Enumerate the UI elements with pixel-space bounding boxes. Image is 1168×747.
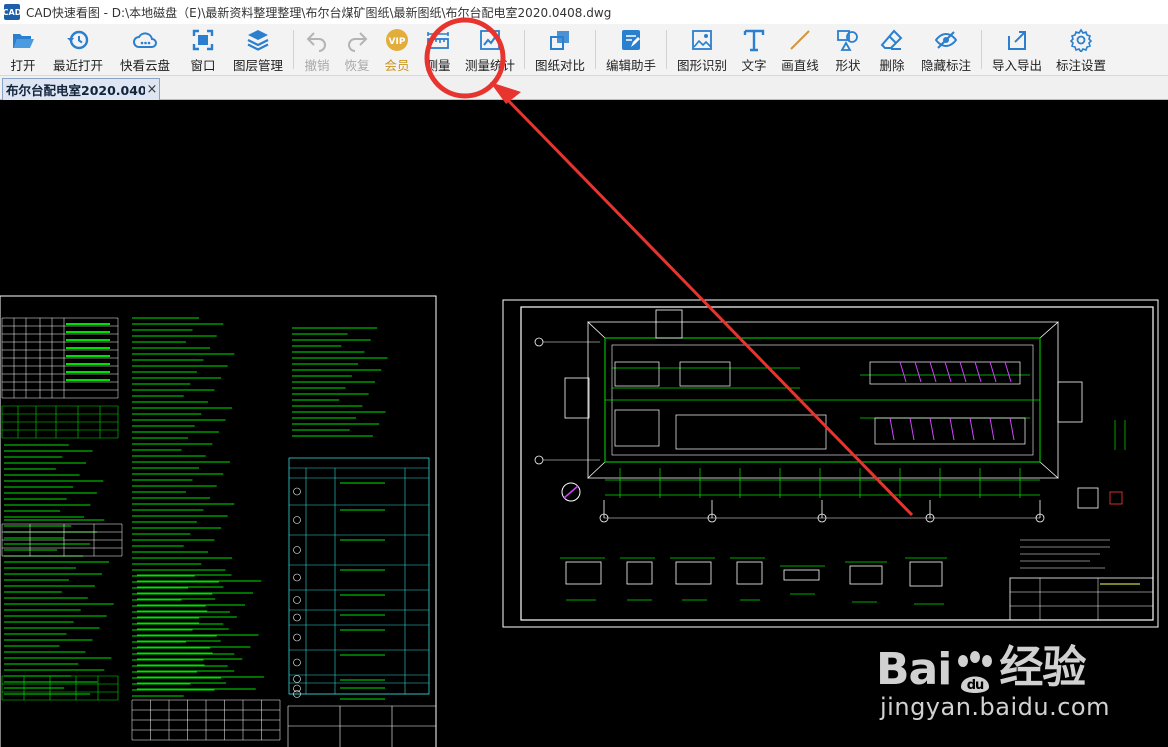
toolbar-separator [524, 30, 525, 69]
hide-annotation-button[interactable]: 隐藏标注 [914, 24, 978, 75]
floor-plan [534, 309, 1126, 523]
legend-row-marker [293, 675, 301, 683]
app-icon: CAD [3, 4, 21, 20]
toolbar-separator [293, 30, 294, 69]
document-tab-strip: 布尔台配电室2020.040 × [0, 76, 1168, 100]
window-title: CAD快速看图 - D:\本地磁盘（E)\最新资料整理整理\布尔台煤矿图纸\最新… [26, 5, 612, 20]
annotation-settings-label: 标注设置 [1055, 58, 1106, 73]
legend-row-marker [293, 633, 301, 642]
recent-label: 最近打开 [52, 58, 103, 73]
open-button[interactable]: 打开 [0, 24, 46, 75]
right-notes [1009, 539, 1154, 621]
window-button[interactable]: 窗口 [180, 24, 226, 75]
history-icon [67, 30, 89, 50]
text-button[interactable]: 文字 [734, 24, 774, 75]
settings-gear-icon [1069, 28, 1093, 52]
annotation-settings-button[interactable]: 标注设置 [1049, 24, 1113, 75]
compare-pages-icon [550, 31, 569, 50]
undo-label: 撤销 [304, 58, 330, 73]
baidu-paw-icon: du [953, 651, 997, 695]
legend-row-marker [293, 516, 301, 524]
left-sheet-border [0, 295, 437, 747]
redo-button[interactable]: 恢复 [337, 24, 377, 75]
text-label: 文字 [741, 58, 767, 73]
eye-hidden-icon [934, 31, 958, 49]
draw-line-button[interactable]: 画直线 [774, 24, 826, 75]
measure-button[interactable]: 测量 [417, 24, 459, 75]
section-details [560, 557, 947, 605]
recent-button[interactable]: 最近打开 [46, 24, 110, 75]
watermark-logo-left: Bai [876, 644, 952, 695]
edit-helper-label: 编辑助手 [605, 58, 656, 73]
legend-row-marker [293, 684, 301, 693]
legend-row-marker [293, 596, 301, 604]
open-label: 打开 [10, 58, 36, 73]
cloud-button[interactable]: 快看云盘 [110, 24, 180, 75]
window-label: 窗口 [190, 58, 216, 73]
vip-label: 会员 [384, 58, 410, 73]
toolbar-separator [666, 30, 667, 69]
document-tab-label: 布尔台配电室2020.040 [6, 83, 145, 98]
delete-label: 删除 [879, 58, 905, 73]
measure-label: 测量 [425, 58, 451, 73]
legend-row-marker [293, 487, 301, 496]
measure-stats-button[interactable]: 测量统计 [459, 24, 521, 75]
edit-helper-button[interactable]: 编辑助手 [599, 24, 663, 75]
layers-label: 图层管理 [232, 58, 283, 73]
compare-label: 图纸对比 [534, 58, 585, 73]
delete-button[interactable]: 删除 [870, 24, 914, 75]
statistics-icon [480, 30, 500, 50]
legend-row-marker [293, 573, 301, 582]
shapes-icon [837, 30, 858, 51]
shape-button[interactable]: 形状 [826, 24, 870, 75]
compare-button[interactable]: 图纸对比 [528, 24, 592, 75]
export-icon [1008, 31, 1026, 50]
eraser-icon [880, 29, 903, 50]
main-toolbar: 打开 最近打开 快看云盘 窗口 图层管理 撤销 恢复 VIP 会员 测量 测量统… [0, 24, 1168, 76]
legend-row-marker [293, 613, 301, 622]
edit-document-icon [622, 30, 640, 50]
watermark-logo-right: 经验 [999, 642, 1086, 693]
vip-badge-icon: VIP [386, 29, 408, 51]
shape-label: 形状 [835, 58, 861, 73]
text-t-icon [743, 29, 765, 52]
measure-stats-label: 测量统计 [464, 58, 515, 73]
left-legend-table [288, 457, 430, 695]
document-tab[interactable]: 布尔台配电室2020.040 × [2, 78, 160, 100]
shape-recognize-button[interactable]: 图形识别 [670, 24, 734, 75]
layers-button[interactable]: 图层管理 [226, 24, 290, 75]
left-sheet-notes [1, 317, 436, 747]
toolbar-separator [981, 30, 982, 69]
hide-annotation-label: 隐藏标注 [920, 58, 971, 73]
legend-row-marker [293, 546, 301, 554]
import-export-button[interactable]: 导入导出 [985, 24, 1049, 75]
image-recognize-icon [692, 30, 712, 50]
cloud-label: 快看云盘 [119, 58, 170, 73]
layers-icon [247, 30, 269, 51]
watermark-logo: Bai du 经验 [876, 631, 1110, 695]
close-icon[interactable]: × [145, 82, 159, 97]
toolbar-separator [595, 30, 596, 69]
cad-drawing-canvas[interactable]: Bai du 经验 jingyan.baidu.com [0, 100, 1168, 747]
watermark-url: jingyan.baidu.com [880, 693, 1110, 721]
svg-text:VIP: VIP [389, 37, 406, 47]
window-frame-icon [192, 29, 214, 51]
line-icon [790, 30, 810, 50]
redo-icon [348, 32, 368, 52]
import-export-label: 导入导出 [991, 58, 1042, 73]
draw-line-label: 画直线 [781, 58, 819, 73]
ruler-icon [427, 32, 449, 49]
redo-label: 恢复 [344, 58, 370, 73]
undo-icon [306, 32, 326, 52]
folder-open-icon [13, 34, 34, 48]
vip-button[interactable]: VIP 会员 [377, 24, 417, 75]
shape-recognize-label: 图形识别 [676, 58, 727, 73]
title-bar: CAD CAD快速看图 - D:\本地磁盘（E)\最新资料整理整理\布尔台煤矿图… [0, 0, 1168, 24]
cloud-icon [133, 32, 157, 48]
undo-button[interactable]: 撤销 [297, 24, 337, 75]
legend-row-marker [293, 658, 301, 667]
baidu-jingyan-watermark: Bai du 经验 jingyan.baidu.com [876, 631, 1110, 721]
paw-text: du [967, 678, 984, 693]
legend-table-rows [289, 467, 429, 700]
